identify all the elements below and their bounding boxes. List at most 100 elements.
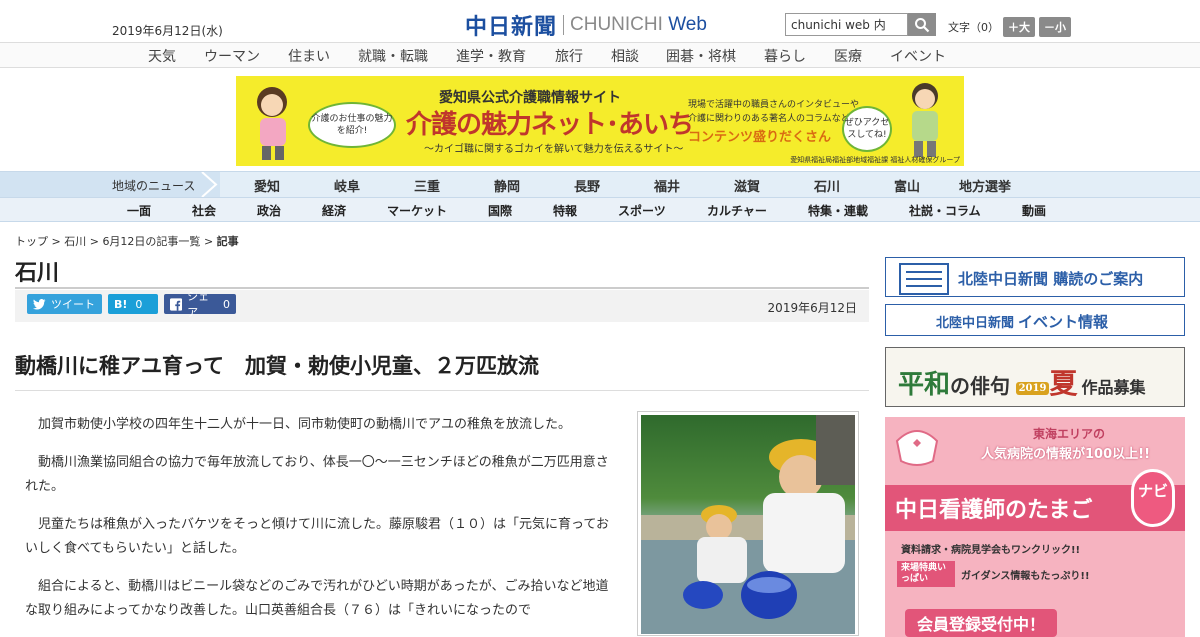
banner-character-right — [912, 83, 938, 157]
banner-main-text: 介護の魅力ネット･あいち — [406, 110, 694, 140]
photo-scene — [641, 415, 855, 634]
subscribe-text: 北陸中日新聞 購読のご案内 — [958, 270, 1144, 288]
main-nav-item[interactable]: 一面 — [127, 202, 151, 219]
region-nav-item[interactable]: 地方選挙 — [959, 176, 1011, 195]
main-nav-item[interactable]: 政治 — [257, 202, 281, 219]
font-smaller-button[interactable]: －小 — [1039, 17, 1071, 37]
breadcrumb-current: 記事 — [216, 235, 239, 248]
main-nav-item[interactable]: 社会 — [192, 202, 216, 219]
share-bar: ツイート B! 0 シェア 0 2019年6月12日 — [15, 290, 869, 322]
main-nav-item[interactable]: 特報 — [553, 202, 577, 219]
category-nav-item[interactable]: 暮らし — [764, 46, 806, 66]
region-nav-item[interactable]: 石川 — [814, 176, 840, 195]
breadcrumb-separator: > — [203, 235, 214, 248]
category-nav-item[interactable]: ウーマン — [204, 46, 260, 66]
banner-ad[interactable]: 介護のお仕事の魅力を紹介! 愛知県公式介護職情報サイト 介護の魅力ネット･あいち… — [236, 76, 964, 166]
facebook-share-count: 0 — [223, 297, 230, 311]
category-nav-item[interactable]: 住まい — [288, 46, 330, 66]
banner-footer: 愛知県福祉局福祉部地域福祉課 福祉人材確保グループ — [790, 156, 960, 164]
section-title: 石川 — [15, 261, 60, 286]
site-logo[interactable]: 中日新聞 CHUNICHI Web — [465, 9, 707, 41]
haiku-text: 平和の俳句 2019 夏作品募集 — [898, 362, 1145, 402]
region-nav-item[interactable]: 長野 — [574, 176, 600, 195]
search-input[interactable] — [785, 13, 908, 36]
category-nav-item[interactable]: 囲碁・将棋 — [666, 46, 736, 66]
search-button[interactable] — [908, 13, 936, 36]
hatena-count: 0 — [135, 297, 143, 311]
main-nav-item[interactable]: スポーツ — [618, 202, 666, 219]
region-nav-item[interactable]: 滋賀 — [734, 176, 760, 195]
sidebar-haiku-banner[interactable]: 平和の俳句 2019 夏作品募集 — [885, 347, 1185, 407]
photo-image — [641, 415, 855, 634]
logo-en-prefix: CHUNICHI — [570, 14, 669, 35]
category-nav-item[interactable]: 天気 — [148, 46, 176, 66]
event-text-main: イベント情報 — [1018, 313, 1109, 331]
main-nav-item[interactable]: カルチャー — [707, 202, 767, 219]
region-nav-label: 地域のニュース — [112, 179, 196, 193]
main-nav-item[interactable]: 経済 — [322, 202, 346, 219]
font-size-control: 文字（0） ＋大 －小 — [948, 17, 1071, 37]
main-nav-item[interactable]: マーケット — [387, 202, 447, 219]
hatena-bookmark-button[interactable]: B! 0 — [108, 294, 158, 314]
event-text-prefix: 北陸中日新聞 — [936, 316, 1015, 331]
event-text: 北陸中日新聞 イベント情報 — [936, 311, 1108, 332]
breadcrumb-link[interactable]: 6月12日の記事一覧 — [102, 235, 200, 248]
article-paragraph: 児童たちは稚魚が入ったバケツをそっと傾けて川に流した。藤原駿君（１０）は「元気に… — [25, 517, 609, 556]
region-nav-item[interactable]: 愛知 — [254, 176, 280, 195]
category-nav-item[interactable]: 旅行 — [555, 46, 583, 66]
main-nav-item[interactable]: 社説・コラム — [909, 202, 981, 219]
header-date: 2019年6月12日(水) — [112, 24, 223, 38]
breadcrumb-separator: > — [51, 235, 61, 248]
main-nav-item[interactable]: 特集・連載 — [808, 202, 868, 219]
sidebar-event-banner[interactable]: 北陸中日新聞 イベント情報 — [885, 304, 1185, 336]
banner-desc-line: 介護に関わりのある著名人のコラムなど — [688, 114, 850, 124]
category-nav: 天気 ウーマン 住まい 就職・転職 進学・教育 旅行 相談 囲碁・将棋 暮らし … — [0, 42, 1200, 68]
nurse-line-1: 資料請求・病院見学会もワンクリック!! — [901, 545, 1081, 556]
haiku-season: 夏 — [1049, 367, 1078, 400]
banner-character-left — [257, 87, 287, 160]
region-nav-item[interactable]: 富山 — [894, 176, 920, 195]
main-nav-item[interactable]: 動画 — [1022, 202, 1046, 219]
haiku-word-2: の俳句 — [950, 374, 1011, 398]
region-nav-item[interactable]: 岐阜 — [334, 176, 360, 195]
breadcrumb: トップ > 石川 > 6月12日の記事一覧 > 記事 — [15, 233, 239, 249]
banner-bubble-right: ぜひアクセスしてね! — [842, 106, 892, 152]
nurse-top-line-2: 人気病院の情報が100以上!! — [981, 447, 1150, 462]
article-headline: 動橋川に稚アユ育って 加賀・勅使小児童、２万匹放流 — [15, 354, 539, 378]
category-nav-item[interactable]: 就職・転職 — [358, 46, 428, 66]
main-nav-item[interactable]: 国際 — [488, 202, 512, 219]
category-nav-item[interactable]: イベント — [890, 46, 946, 66]
facebook-share-label: シェア — [187, 290, 210, 319]
region-nav-item[interactable]: 福井 — [654, 176, 680, 195]
category-nav-item[interactable]: 医療 — [834, 46, 862, 66]
nurse-badge: 来場特典いっぱい — [897, 561, 955, 587]
haiku-word-1: 平和 — [898, 370, 951, 400]
search-icon — [915, 17, 930, 32]
font-larger-button[interactable]: ＋大 — [1003, 17, 1035, 37]
breadcrumb-link[interactable]: 石川 — [64, 235, 86, 248]
headline-divider — [15, 390, 869, 391]
logo-jp: 中日新聞 — [465, 14, 558, 40]
section-divider — [15, 287, 869, 289]
article-photo[interactable] — [637, 411, 859, 636]
breadcrumb-link[interactable]: トップ — [15, 235, 48, 248]
nurse-main-text: 中日看護師のたまご — [895, 498, 1093, 523]
tweet-button[interactable]: ツイート — [27, 294, 102, 314]
hatena-icon: B! — [114, 297, 128, 311]
category-nav-item[interactable]: 相談 — [611, 46, 639, 66]
facebook-share-button[interactable]: シェア 0 — [164, 290, 236, 319]
font-size-label: 文字（0） — [948, 21, 999, 34]
region-nav-item[interactable]: 静岡 — [494, 176, 520, 195]
sidebar-subscribe-banner[interactable]: 北陸中日新聞 購読のご案内 — [885, 257, 1185, 297]
breadcrumb-separator: > — [89, 235, 99, 248]
banner-desc-line: 現場で活躍中の職員さんのインタビューや — [688, 100, 860, 110]
banner-bubble-left: 介護のお仕事の魅力を紹介! — [308, 102, 396, 148]
region-nav-item[interactable]: 三重 — [414, 176, 440, 195]
search-box — [785, 13, 936, 36]
newspaper-icon — [899, 263, 949, 295]
category-nav-item[interactable]: 進学・教育 — [456, 46, 526, 66]
region-nav-label-box: 地域のニュース — [0, 172, 220, 197]
sidebar-nurse-banner[interactable]: 東海エリアの 人気病院の情報が100以上!! 中日看護師のたまご ナビ 資料請求… — [885, 417, 1185, 637]
facebook-icon — [170, 297, 183, 311]
article-paragraph: 動橋川漁業協同組合の協力で毎年放流しており、体長一〇～一三センチほどの稚魚が二万… — [25, 455, 609, 494]
